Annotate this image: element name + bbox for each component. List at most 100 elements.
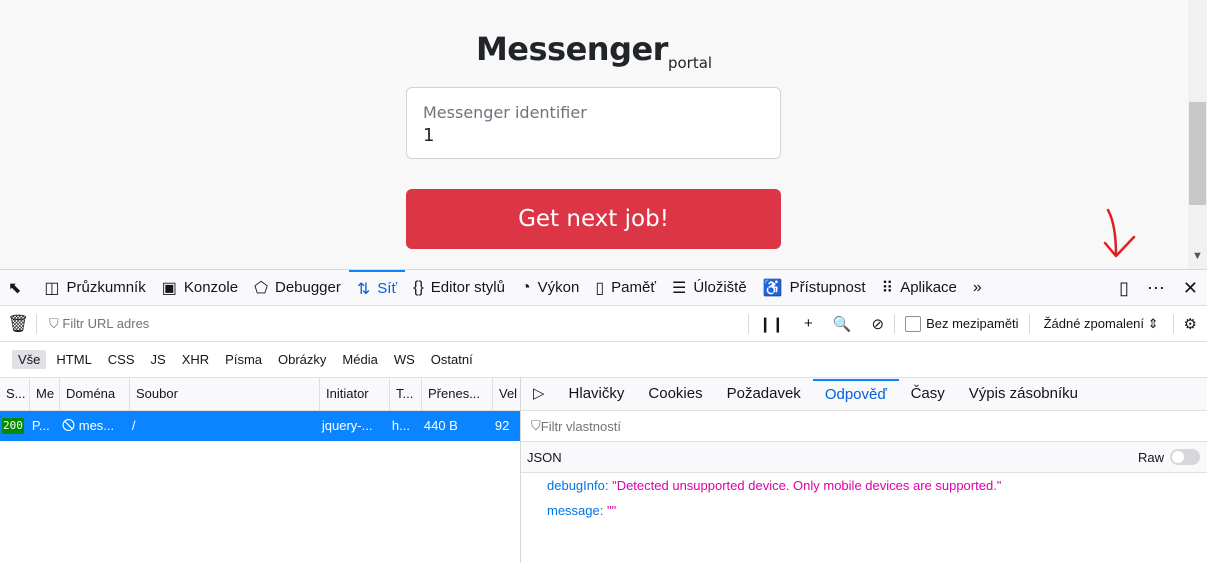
search-icon[interactable]: 🔍 (823, 315, 862, 333)
status-badge: 200 (2, 418, 24, 434)
page-title: Messengerportal (0, 30, 1188, 72)
devtools-panel: ⬉ ◫ Průzkumník ▣ Konzole ⬠ Debugger ⇅ Síť {}… (0, 269, 1207, 563)
tab-accessibility[interactable]: ♿ Přístupnost (755, 270, 874, 306)
disable-cache-checkbox[interactable]: Bez mezipaměti (895, 315, 1028, 332)
more-tools-button[interactable]: » (965, 270, 997, 306)
messenger-id-value[interactable]: 1 (423, 125, 434, 146)
request-type-filter-bar: Vše HTML CSS JS XHR Písma Obrázky Média … (0, 342, 1207, 378)
json-key: debugInfo: (547, 478, 609, 493)
json-row: message: "" (521, 498, 1207, 523)
cell-file: / (131, 418, 136, 433)
memory-icon: ▯ (595, 279, 605, 297)
tab-inspector[interactable]: ◫ Průzkumník (36, 270, 153, 306)
type-filter-other[interactable]: Ostatní (425, 350, 479, 369)
table-row[interactable]: 200 P... 🛇 mes... / jquery-... h... 440 … (0, 411, 520, 441)
cell-initiator: jquery-... (321, 418, 373, 433)
details-tabs: ▷ Hlavičky Cookies Požadavek Odpověď Čas… (521, 378, 1207, 411)
json-row: debugInfo: "Detected unsupported device.… (521, 473, 1207, 498)
url-filter-input[interactable]: ⛉ Filtr URL adres (37, 316, 748, 332)
toolbar-right-controls: ▯ ⋯ ✕ (1110, 270, 1207, 306)
toggle-sidebar-icon[interactable]: ▷ (521, 379, 557, 409)
app-title: Messenger (475, 30, 669, 68)
tab-network[interactable]: ⇅ Síť (348, 269, 406, 306)
app-subtitle: portal (667, 54, 713, 72)
cell-type: h... (391, 418, 410, 433)
type-filter-css[interactable]: CSS (102, 350, 141, 369)
filter-icon: ⛉ (531, 418, 541, 433)
inspector-icon: ◫ (44, 279, 60, 297)
tab-timings[interactable]: Časy (899, 379, 957, 409)
cell-size: 92 (494, 418, 510, 433)
json-value: "" (607, 503, 617, 518)
column-method[interactable]: Me (30, 378, 60, 410)
accessibility-icon: ♿ (762, 279, 783, 297)
type-filter-xhr[interactable]: XHR (176, 350, 215, 369)
tab-memory[interactable]: ▯ Paměť (587, 270, 664, 306)
tab-style-editor[interactable]: {} Editor stylů (405, 270, 513, 306)
checkbox-box[interactable] (905, 315, 922, 332)
element-picker-icon: ⬉ (8, 279, 22, 297)
raw-toggle[interactable]: Raw (1138, 449, 1200, 465)
responsive-design-mode-icon[interactable]: ▯ (1110, 278, 1138, 299)
network-icon: ⇅ (356, 280, 371, 298)
insecure-connection-icon: 🛇 (61, 418, 79, 433)
storage-icon: ☰ (671, 279, 687, 297)
cell-domain: 🛇 mes... (61, 418, 115, 433)
scrollbar-thumb[interactable] (1189, 102, 1206, 205)
tab-debugger[interactable]: ⬠ Debugger (246, 270, 349, 306)
json-section-header: JSON Raw (521, 442, 1207, 473)
tab-storage[interactable]: ☰ Úložiště (664, 270, 755, 306)
property-filter-input[interactable]: ⛉ Filtr vlastností (521, 411, 1207, 442)
tab-response[interactable]: Odpověď (812, 379, 899, 409)
type-filter-images[interactable]: Obrázky (272, 350, 332, 369)
pause-icon[interactable]: ❙❙ (749, 315, 794, 333)
network-filter-bar: 🗑 ⛉ Filtr URL adres ❙❙ + 🔍 ⊘ Bez mezipam… (0, 306, 1207, 342)
type-filter-ws[interactable]: WS (388, 350, 421, 369)
scroll-down-icon[interactable]: ▼ (1190, 250, 1205, 266)
tab-performance[interactable]: ◔ Výkon (513, 270, 587, 306)
column-initiator[interactable]: Initiator (320, 378, 390, 410)
column-domain[interactable]: Doména (60, 378, 130, 410)
tab-cookies[interactable]: Cookies (636, 379, 714, 409)
performance-icon: ◔ (520, 278, 531, 296)
block-icon[interactable]: ⊘ (862, 315, 895, 333)
json-value: "Detected unsupported device. Only mobil… (612, 478, 1002, 493)
column-status[interactable]: S... (0, 378, 30, 410)
type-filter-all[interactable]: Vše (12, 350, 47, 369)
get-next-job-button[interactable]: Get next job! (406, 189, 781, 249)
console-icon: ▣ (161, 279, 177, 297)
more-options-icon[interactable]: ⋯ (1138, 278, 1174, 299)
page-scrollbar[interactable]: ▼ (1188, 0, 1207, 269)
type-filter-html[interactable]: HTML (50, 350, 97, 369)
throttling-select[interactable]: Žádné zpomalení ⇕ (1030, 316, 1173, 332)
column-type[interactable]: T... (390, 378, 422, 410)
filter-icon: ⛉ (49, 315, 63, 331)
messenger-id-field[interactable]: Messenger identifier 1 (406, 87, 781, 159)
close-icon[interactable]: ✕ (1174, 278, 1207, 299)
column-file[interactable]: Soubor (130, 378, 320, 410)
select-arrows-icon: ⇕ (1147, 315, 1159, 331)
type-filter-media[interactable]: Média (336, 350, 383, 369)
tab-headers[interactable]: Hlavičky (557, 379, 637, 409)
json-key: message: (547, 503, 604, 518)
cell-transferred: 440 B (423, 418, 458, 433)
type-filter-fonts[interactable]: Písma (219, 350, 268, 369)
element-picker-button[interactable]: ⬉ (0, 270, 36, 306)
tab-console[interactable]: ▣ Konzole (154, 270, 246, 306)
request-details-panel: ▷ Hlavičky Cookies Požadavek Odpověď Čas… (520, 378, 1207, 563)
devtools-toolbar: ⬉ ◫ Průzkumník ▣ Konzole ⬠ Debugger ⇅ Síť {}… (0, 269, 1207, 306)
settings-gear-icon[interactable]: ⚙ (1174, 315, 1207, 333)
tab-application[interactable]: ⠿ Aplikace (873, 270, 964, 306)
type-filter-js[interactable]: JS (145, 350, 172, 369)
column-size[interactable]: Vel (493, 378, 520, 410)
toggle-switch[interactable] (1170, 449, 1200, 465)
plus-icon[interactable]: + (794, 315, 823, 332)
web-page: Messengerportal Messenger identifier 1 G… (0, 0, 1207, 269)
debugger-icon: ⬠ (254, 279, 268, 297)
tab-request[interactable]: Požadavek (715, 379, 813, 409)
column-transferred[interactable]: Přenes... (422, 378, 493, 410)
tab-stack-trace[interactable]: Výpis zásobníku (957, 379, 1090, 409)
clear-trash-icon[interactable]: 🗑 (0, 314, 36, 334)
request-table: S... Me Doména Soubor Initiator T... Pře… (0, 378, 520, 563)
json-label: JSON (527, 449, 562, 465)
